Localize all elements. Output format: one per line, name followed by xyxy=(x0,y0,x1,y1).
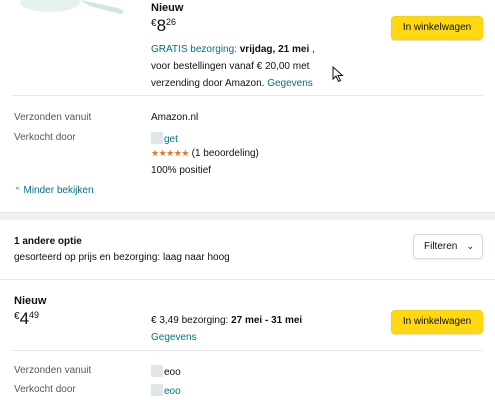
mouse-cursor-icon xyxy=(332,66,344,83)
offer1-price-fraction: 26 xyxy=(166,17,177,27)
offer2-seller-name[interactable]: eoo xyxy=(164,386,181,397)
seller-logo-redacted xyxy=(151,132,163,144)
seller-logo-redacted xyxy=(151,365,163,377)
offer2-condition: Nieuw xyxy=(14,295,47,307)
offer1-delivery-line2: voor bestellingen vanaf € 20,00 met xyxy=(151,61,310,72)
offer2-delivery: € 3,49 bezorging: 27 mei - 31 mei Gegeve… xyxy=(151,312,302,346)
offer2-price: €449 xyxy=(14,309,39,329)
offer1-delivery-line3: verzending door Amazon. xyxy=(151,78,265,89)
offer1-seller-name[interactable]: get xyxy=(164,134,178,145)
offer1-shipped-from-label: Verzonden vanuit xyxy=(14,112,92,123)
other-options-title: 1 andere optie xyxy=(14,236,82,247)
star-rating-icon: ★★★★★ xyxy=(151,148,189,158)
offer1-seller[interactable]: get xyxy=(151,132,178,145)
offer2-price-whole: 4 xyxy=(19,309,30,328)
offer2-shipped-from-text: eoo xyxy=(164,367,181,378)
offer1-rating-count[interactable]: (1 beoordeling) xyxy=(192,148,259,159)
offer1-delivery-date: vrijdag, 21 mei xyxy=(239,44,310,55)
offer1-price: €826 xyxy=(151,16,176,36)
offer1-positive: 100% positief xyxy=(151,165,212,176)
offer1-delivery: GRATIS bezorging: vrijdag, 21 mei , voor… xyxy=(151,41,351,92)
divider xyxy=(12,350,483,351)
product-image[interactable] xyxy=(0,0,140,18)
filter-button[interactable]: Filteren ⌄ xyxy=(413,234,483,259)
chevron-up-icon: ⌃ xyxy=(14,186,21,195)
offer1-add-to-cart-button[interactable]: In winkelwagen xyxy=(391,16,483,40)
offer2-price-currency: € xyxy=(14,311,20,322)
offer2-shipped-from-value: eoo xyxy=(151,365,181,378)
offer1-delivery-tail: , xyxy=(312,44,315,55)
offer1-price-currency: € xyxy=(151,18,157,29)
show-less-link[interactable]: ⌃ Minder bekijken xyxy=(14,185,94,196)
divider xyxy=(0,279,495,280)
chevron-down-icon: ⌄ xyxy=(466,241,474,251)
offer2-details-link[interactable]: Gegevens xyxy=(151,329,302,346)
offer1-sold-by-label: Verkocht door xyxy=(14,132,76,143)
offer1-free-delivery: GRATIS bezorging: xyxy=(151,44,237,55)
offer1-condition: Nieuw xyxy=(151,2,184,14)
seller-logo-redacted xyxy=(151,384,163,396)
offer2-sold-by-label: Verkocht door xyxy=(14,384,76,395)
offer1-shipped-from-value: Amazon.nl xyxy=(151,112,199,123)
product-image-shape xyxy=(20,0,124,14)
offer1-price-whole: 8 xyxy=(156,16,167,35)
filter-button-label: Filteren xyxy=(424,241,458,252)
divider xyxy=(12,95,483,96)
section-separator xyxy=(0,212,495,220)
offer2-delivery-date: 27 mei - 31 mei xyxy=(231,315,303,326)
sort-description: gesorteerd op prijs en bezorging: laag n… xyxy=(14,252,230,263)
offer2-shipped-from-label: Verzonden vanuit xyxy=(14,365,92,376)
show-less-label: Minder bekijken xyxy=(23,185,94,196)
offer1-rating: ★★★★★ (1 beoordeling) xyxy=(151,148,259,159)
offer1-details-link[interactable]: Gegevens xyxy=(267,78,313,89)
offer2-delivery-cost: € 3,49 bezorging: xyxy=(151,315,229,326)
offer2-price-fraction: 49 xyxy=(29,310,40,320)
offer2-seller[interactable]: eoo xyxy=(151,384,181,397)
offer2-add-to-cart-button[interactable]: In winkelwagen xyxy=(391,310,483,334)
